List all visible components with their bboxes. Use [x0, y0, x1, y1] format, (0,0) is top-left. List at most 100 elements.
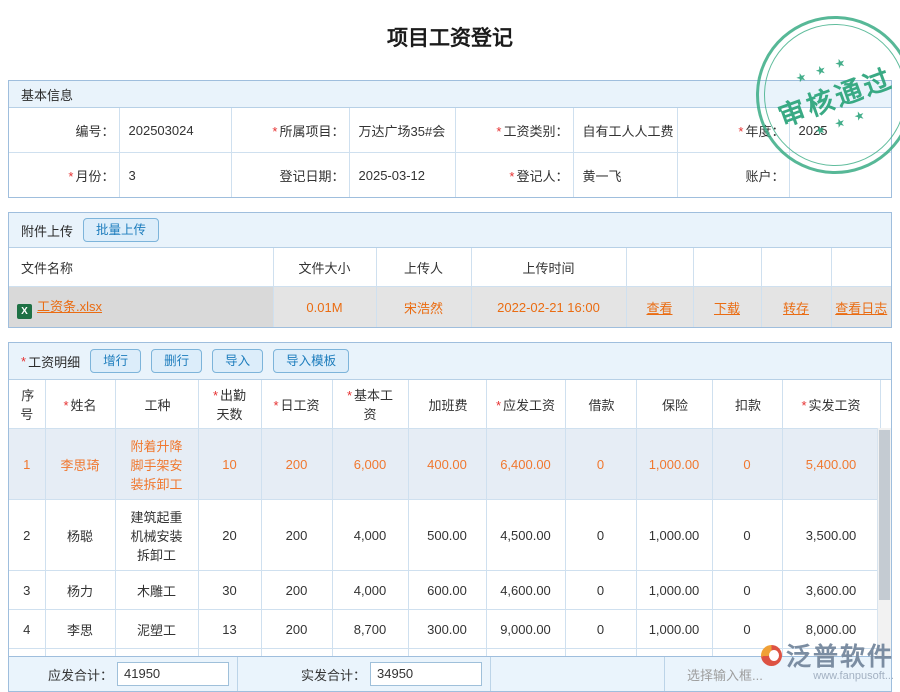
cell-payable[interactable]: 4,600.00: [486, 571, 565, 610]
cell-actual[interactable]: 3,390.00: [782, 649, 880, 657]
cell-loan[interactable]: 0: [565, 610, 636, 649]
cell-name[interactable]: 赵成: [45, 649, 115, 657]
cell-seq[interactable]: 4: [9, 610, 45, 649]
cell-overtime[interactable]: 500.00: [408, 500, 486, 571]
vertical-scrollbar[interactable]: [877, 428, 891, 656]
cell-insurance[interactable]: 1,000.00: [636, 500, 712, 571]
cell-payable[interactable]: 6,400.00: [486, 429, 565, 500]
field-label-text: 所属项目：: [279, 124, 344, 139]
table-row[interactable]: 1 李思琦 附着升降脚手架安装拆卸工 10 200 6,000 400.00 6…: [9, 429, 891, 500]
cell-deduction[interactable]: 0: [712, 571, 782, 610]
cell-actual[interactable]: 3,600.00: [782, 571, 880, 610]
select-input-group: 选择输入框...: [665, 657, 891, 691]
cell-overtime[interactable]: 390.00: [408, 649, 486, 657]
cell-daily-wage[interactable]: 200: [261, 500, 332, 571]
import-button[interactable]: 导入: [212, 349, 263, 373]
cell-base-wage[interactable]: 4,000: [332, 500, 408, 571]
cell-days[interactable]: 13: [198, 610, 261, 649]
cell-daily-wage[interactable]: 200: [261, 429, 332, 500]
page-title: 项目工资登记: [0, 0, 900, 80]
select-input-placeholder[interactable]: 选择输入框...: [687, 665, 763, 684]
cell-deduction[interactable]: 0: [712, 649, 782, 657]
payable-total-input[interactable]: 41950: [117, 662, 229, 686]
cell-actual[interactable]: 3,500.00: [782, 500, 880, 571]
cell-work-type[interactable]: 起重信号: [115, 649, 198, 657]
field-project-value[interactable]: 万达广场35#会: [349, 108, 455, 153]
col-header-loan: 借款: [565, 380, 636, 429]
cell-overtime[interactable]: 600.00: [408, 571, 486, 610]
delete-row-button[interactable]: 删行: [151, 349, 202, 373]
cell-work-type[interactable]: 建筑起重机械安装拆卸工: [115, 500, 198, 571]
cell-loan[interactable]: 0: [565, 571, 636, 610]
upload-time-cell: 2022-02-21 16:00: [471, 287, 626, 328]
cell-base-wage[interactable]: 4,000: [332, 571, 408, 610]
table-row[interactable]: 3 杨力 木雕工 30 200 4,000 600.00 4,600.00 0 …: [9, 571, 891, 610]
cell-name[interactable]: 李思: [45, 610, 115, 649]
cell-insurance[interactable]: 1,000.00: [636, 571, 712, 610]
cell-daily-wage[interactable]: 200: [261, 649, 332, 657]
cell-work-type[interactable]: 附着升降脚手架安装拆卸工: [115, 429, 198, 500]
cell-deduction[interactable]: 0: [712, 500, 782, 571]
cell-days[interactable]: 10: [198, 429, 261, 500]
view-log-link[interactable]: 查看日志: [835, 301, 887, 316]
import-template-button[interactable]: 导入模板: [273, 349, 349, 373]
cell-daily-wage[interactable]: 200: [261, 571, 332, 610]
action-transfer-cell: 转存: [761, 287, 831, 328]
cell-overtime[interactable]: 300.00: [408, 610, 486, 649]
required-mark: *: [68, 169, 73, 184]
table-row[interactable]: 5 赵成 起重信号 18 200 4,000 390.00 4,390.00 0…: [9, 649, 891, 657]
col-header-name: *姓名: [45, 380, 115, 429]
cell-payable[interactable]: 4,500.00: [486, 500, 565, 571]
field-label-text: 账户：: [745, 169, 784, 184]
cell-work-type[interactable]: 木雕工: [115, 571, 198, 610]
field-code-value[interactable]: 202503024: [119, 108, 231, 153]
cell-loan[interactable]: 0: [565, 500, 636, 571]
cell-seq[interactable]: 3: [9, 571, 45, 610]
cell-seq[interactable]: 1: [9, 429, 45, 500]
field-project-label: *所属项目：: [231, 108, 349, 153]
actual-total-input[interactable]: 34950: [370, 662, 482, 686]
cell-base-wage[interactable]: 8,700: [332, 610, 408, 649]
scrollbar-thumb[interactable]: [879, 430, 890, 600]
cell-insurance[interactable]: 1,000.00: [636, 610, 712, 649]
cell-actual[interactable]: 8,000.00: [782, 610, 880, 649]
cell-work-type[interactable]: 泥塑工: [115, 610, 198, 649]
cell-seq[interactable]: 5: [9, 649, 45, 657]
cell-days[interactable]: 18: [198, 649, 261, 657]
field-register-date-value[interactable]: 2025-03-12: [349, 153, 455, 198]
cell-payable[interactable]: 4,390.00: [486, 649, 565, 657]
transfer-link[interactable]: 转存: [783, 301, 809, 316]
cell-actual[interactable]: 5,400.00: [782, 429, 880, 500]
cell-overtime[interactable]: 400.00: [408, 429, 486, 500]
batch-upload-button[interactable]: 批量上传: [83, 218, 159, 242]
cell-days[interactable]: 30: [198, 571, 261, 610]
cell-deduction[interactable]: 0: [712, 610, 782, 649]
cell-days[interactable]: 20: [198, 500, 261, 571]
cell-daily-wage[interactable]: 200: [261, 610, 332, 649]
excel-file-icon: [17, 304, 32, 319]
table-row[interactable]: 2 杨聪 建筑起重机械安装拆卸工 20 200 4,000 500.00 4,5…: [9, 500, 891, 571]
view-link[interactable]: 查看: [646, 301, 672, 316]
download-link[interactable]: 下载: [714, 301, 740, 316]
cell-insurance[interactable]: 1,000.00: [636, 429, 712, 500]
cell-seq[interactable]: 2: [9, 500, 45, 571]
cell-base-wage[interactable]: 6,000: [332, 429, 408, 500]
basic-info-section: 基本信息 编号： 202503024 *所属项目： 万达广场35#会 *工资类别…: [8, 80, 892, 198]
field-year-value[interactable]: 2025: [789, 108, 891, 153]
field-registrant-value[interactable]: 黄一飞: [573, 153, 677, 198]
cell-payable[interactable]: 9,000.00: [486, 610, 565, 649]
file-name-link[interactable]: 工资条.xlsx: [37, 299, 102, 314]
cell-loan[interactable]: 0: [565, 649, 636, 657]
cell-name[interactable]: 杨力: [45, 571, 115, 610]
cell-loan[interactable]: 0: [565, 429, 636, 500]
cell-deduction[interactable]: 0: [712, 429, 782, 500]
cell-base-wage[interactable]: 4,000: [332, 649, 408, 657]
add-row-button[interactable]: 增行: [90, 349, 141, 373]
field-month-value[interactable]: 3: [119, 153, 231, 198]
cell-name[interactable]: 杨聪: [45, 500, 115, 571]
cell-insurance[interactable]: 1,000.00: [636, 649, 712, 657]
table-row[interactable]: 4 李思 泥塑工 13 200 8,700 300.00 9,000.00 0 …: [9, 610, 891, 649]
cell-name[interactable]: 李思琦: [45, 429, 115, 500]
field-wage-category-value[interactable]: 自有工人人工费: [573, 108, 677, 153]
field-account-value[interactable]: [789, 153, 891, 198]
